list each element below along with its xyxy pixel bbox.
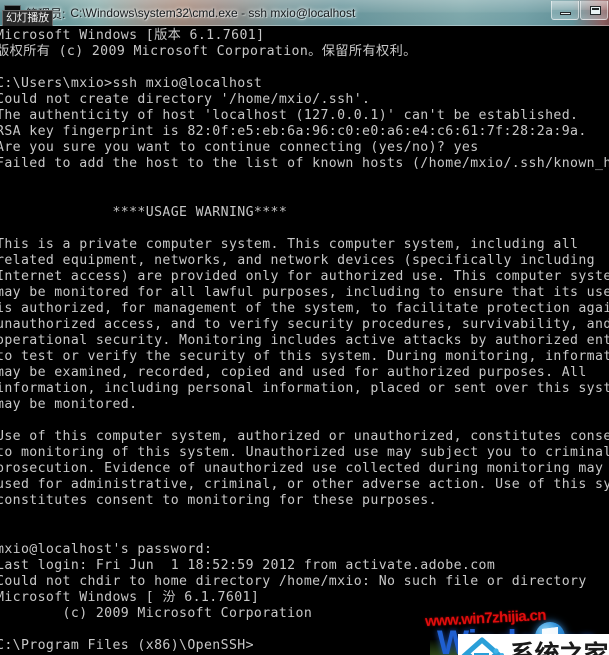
console-line: Internet access) are provided only for a… — [0, 268, 609, 284]
console-line: related equipment, networks, and network… — [0, 252, 596, 268]
cmd-window: 管理员: C:\Windows\system32\cmd.exe - ssh m… — [0, 0, 609, 655]
console-line: may be examined, recorded, copied and us… — [0, 364, 587, 380]
console-text-buffer: Microsoft Windows [版本 6.1.7601] 版权所有 (c) … — [0, 28, 609, 654]
console-line: RSA key fingerprint is 82:0f:e5:eb:6a:96… — [0, 124, 587, 140]
console-line: unauthorized access, and to verify secur… — [0, 316, 609, 332]
title-bar-left-group: 管理员: C:\Windows\system32\cmd.exe - ssh m… — [4, 0, 355, 26]
console-line: Microsoft Windows [版本 6.1.7601] — [0, 28, 265, 43]
slideshow-tooltip: 幻灯播放 — [2, 10, 53, 26]
console-output-area[interactable]: Microsoft Windows [版本 6.1.7601] 版权所有 (c) … — [0, 26, 609, 655]
console-line: may be monitored. — [0, 397, 138, 413]
console-line: used for administrative, criminal, or ot… — [0, 477, 609, 493]
console-line: This is a private computer system. This … — [0, 236, 579, 252]
console-line: Last login: Fri Jun 1 18:52:59 2012 from… — [0, 557, 496, 573]
console-line: may be monitored for all lawful purposes… — [0, 284, 609, 300]
console-line: C:\Users\mxio>ssh mxio@localhost — [0, 76, 263, 92]
window-title-text: C:\Windows\system32\cmd.exe - ssh mxio@l… — [70, 6, 356, 20]
console-line: operational security. Monitoring include… — [0, 332, 609, 348]
house-logo-icon — [461, 636, 509, 655]
console-line: Are you sure you want to continue connec… — [0, 140, 479, 156]
console-line: mxio@localhost's password: — [0, 541, 213, 557]
watermark-logo-label: 系统之家 — [510, 640, 609, 655]
console-line: ****USAGE WARNING**** — [0, 204, 288, 220]
console-line: Use of this computer system, authorized … — [0, 429, 609, 445]
console-line: Failed to add the host to the list of kn… — [0, 156, 609, 172]
maximize-button[interactable] — [580, 1, 608, 20]
console-line: to monitoring of this system. Unauthoriz… — [0, 445, 609, 461]
console-line: Could not chdir to home directory /home/… — [0, 573, 587, 589]
console-line: The authenticity of host 'localhost (127… — [0, 108, 579, 124]
console-line: information, including personal informat… — [0, 381, 609, 397]
minimize-button[interactable] — [551, 1, 579, 20]
console-line: prosecution. Evidence of unauthorized us… — [0, 461, 609, 477]
console-line: constitutes consent to monitoring for th… — [0, 493, 437, 509]
maximize-icon — [590, 6, 601, 15]
window-title-bar[interactable]: 管理员: C:\Windows\system32\cmd.exe - ssh m… — [0, 0, 609, 26]
console-line: 版权所有 (c) 2009 Microsoft Corporation。保留所有… — [0, 44, 417, 60]
watermark-xitongzhijia-logo[interactable]: 系统之家 — [458, 634, 609, 655]
console-line: to test or verify the security of this s… — [0, 348, 609, 364]
console-line: Could not create directory '/home/mxio/.… — [0, 92, 371, 108]
minimize-icon — [560, 12, 571, 15]
console-line: is authorized, for management of the sys… — [0, 300, 609, 316]
window-controls — [550, 1, 608, 21]
console-line: Microsoft Windows [ 汾 6.1.7601] — [0, 589, 260, 605]
